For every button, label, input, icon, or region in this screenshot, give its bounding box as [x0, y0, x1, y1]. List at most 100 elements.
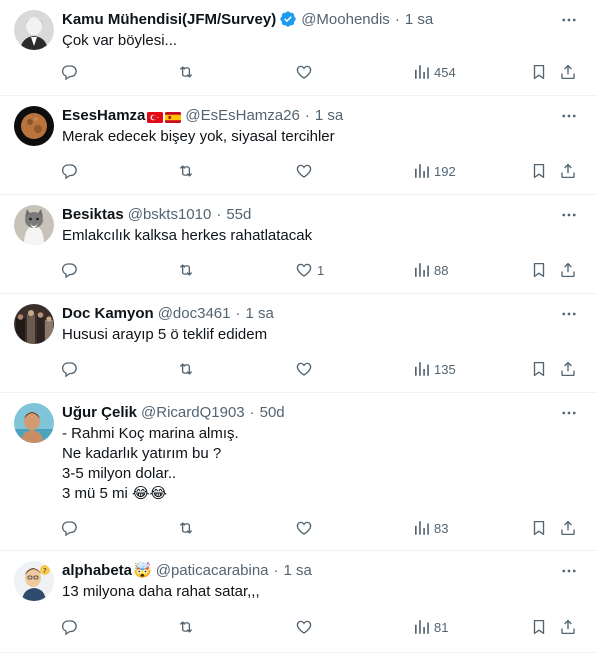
retweet-button[interactable]	[177, 258, 199, 282]
user-handle[interactable]: @bskts1010	[128, 206, 212, 223]
display-name[interactable]: EsesHamza	[62, 107, 145, 124]
separator-dot: ·	[235, 304, 241, 322]
user-handle[interactable]: @RicardQ1903	[141, 404, 245, 421]
tweet[interactable]: ? alphabeta 🤯 @paticacarabina · 1 sa 13 …	[0, 551, 597, 653]
more-options-icon[interactable]	[559, 10, 579, 30]
separator-dot: ·	[216, 205, 222, 223]
retweet-icon	[179, 264, 193, 276]
retweet-icon	[179, 621, 193, 633]
retweet-icon	[179, 522, 193, 534]
reply-button[interactable]	[60, 516, 82, 540]
retweet-button[interactable]	[177, 615, 199, 639]
tweet-text: Hususi arayıp 5 ö teklif edidem	[62, 326, 268, 343]
separator-dot: ·	[304, 106, 310, 124]
display-name[interactable]: Uğur Çelik	[62, 404, 137, 421]
bw-portrait-avatar	[14, 10, 54, 50]
more-options-icon[interactable]	[559, 561, 579, 581]
views-chart-icon	[415, 65, 429, 79]
tweet[interactable]: Uğur Çelik @RicardQ1903 · 50d - Rahmi Ko…	[0, 393, 597, 551]
tweet[interactable]: Doc Kamyon @doc3461 · 1 sa Hususi arayıp…	[0, 294, 597, 393]
more-options-icon[interactable]	[559, 205, 579, 225]
heart-icon	[296, 164, 312, 178]
share-icon	[561, 262, 575, 278]
bookmark-button[interactable]	[530, 159, 548, 183]
display-name[interactable]: Besiktas	[62, 206, 124, 223]
like-button[interactable]	[295, 516, 317, 540]
bookmark-button[interactable]	[530, 615, 548, 639]
like-button[interactable]	[295, 357, 317, 381]
views-button[interactable]: 88	[412, 258, 448, 282]
more-options-icon[interactable]	[559, 403, 579, 423]
reply-button[interactable]	[60, 159, 82, 183]
timestamp[interactable]: 1 sa	[405, 11, 433, 28]
retweet-button[interactable]	[177, 159, 199, 183]
display-name[interactable]: Doc Kamyon	[62, 305, 154, 322]
bookmark-button[interactable]	[530, 357, 548, 381]
share-button[interactable]	[559, 516, 577, 540]
retweet-button[interactable]	[177, 60, 199, 84]
display-name[interactable]: Kamu Mühendisi(JFM/Survey)	[62, 11, 276, 28]
separator-dot: ·	[273, 561, 279, 579]
reply-button[interactable]	[60, 615, 82, 639]
avatar[interactable]	[14, 304, 54, 344]
share-button[interactable]	[559, 159, 577, 183]
share-button[interactable]	[559, 357, 577, 381]
views-button[interactable]: 81	[412, 615, 448, 639]
tweet[interactable]: Kamu Mühendisi(JFM/Survey) @Moohendis · …	[0, 0, 597, 96]
like-button[interactable]	[295, 159, 317, 183]
timestamp[interactable]: 55d	[226, 206, 251, 223]
tweet[interactable]: Besiktas @bskts1010 · 55d Emlakcılık kal…	[0, 195, 597, 294]
like-button[interactable]	[295, 615, 317, 639]
user-handle[interactable]: @Moohendis	[301, 11, 390, 28]
user-handle[interactable]: @EsEsHamza26	[185, 107, 299, 124]
views-button[interactable]: 83	[412, 516, 448, 540]
avatar[interactable]	[14, 106, 54, 146]
views-button[interactable]: 135	[412, 357, 456, 381]
views-chart-icon	[415, 263, 429, 277]
reply-icon	[61, 65, 77, 81]
timestamp[interactable]: 50d	[260, 404, 285, 421]
user-handle[interactable]: @doc3461	[158, 305, 231, 322]
svg-text:?: ?	[43, 567, 47, 575]
user-handle[interactable]: @paticacarabina	[156, 562, 269, 579]
avatar[interactable]	[14, 205, 54, 245]
retweet-icon	[179, 66, 193, 78]
views-button[interactable]: 454	[412, 60, 456, 84]
moon-avatar	[14, 106, 54, 146]
share-button[interactable]	[559, 60, 577, 84]
timestamp[interactable]: 1 sa	[245, 305, 273, 322]
reply-button[interactable]	[60, 357, 82, 381]
like-button[interactable]	[295, 60, 317, 84]
separator-dot: ·	[249, 403, 255, 421]
more-options-icon[interactable]	[559, 304, 579, 324]
tweet-actions: 1 88	[0, 258, 597, 282]
heart-icon	[296, 65, 312, 79]
reply-button[interactable]	[60, 258, 82, 282]
avatar[interactable]: ?	[14, 561, 54, 601]
timestamp[interactable]: 1 sa	[284, 562, 312, 579]
share-button[interactable]	[559, 258, 577, 282]
avatar[interactable]	[14, 10, 54, 50]
view-count: 88	[434, 262, 449, 278]
tweet-header: EsesHamza @EsEsHamza26 · 1 sa	[62, 105, 343, 125]
display-name[interactable]: alphabeta	[62, 562, 132, 579]
tweet[interactable]: EsesHamza @EsEsHamza26 · 1 sa Merak edec…	[0, 96, 597, 195]
avatar[interactable]	[14, 403, 54, 443]
reply-button[interactable]	[60, 60, 82, 84]
like-count: 1	[317, 262, 325, 278]
retweet-button[interactable]	[177, 516, 199, 540]
share-button[interactable]	[559, 615, 577, 639]
reply-icon	[61, 164, 77, 180]
bookmark-button[interactable]	[530, 60, 548, 84]
view-count: 81	[434, 619, 449, 635]
tweet-text: - Rahmi Koç marina almış. Ne kadarlık ya…	[62, 425, 239, 502]
bookmark-button[interactable]	[530, 258, 548, 282]
timestamp[interactable]: 1 sa	[315, 107, 343, 124]
views-button[interactable]: 192	[412, 159, 456, 183]
like-button[interactable]: 1	[295, 258, 324, 282]
more-options-icon[interactable]	[559, 106, 579, 126]
retweet-button[interactable]	[177, 357, 199, 381]
bookmark-button[interactable]	[530, 516, 548, 540]
heart-icon	[296, 362, 312, 376]
view-count: 135	[434, 361, 456, 377]
